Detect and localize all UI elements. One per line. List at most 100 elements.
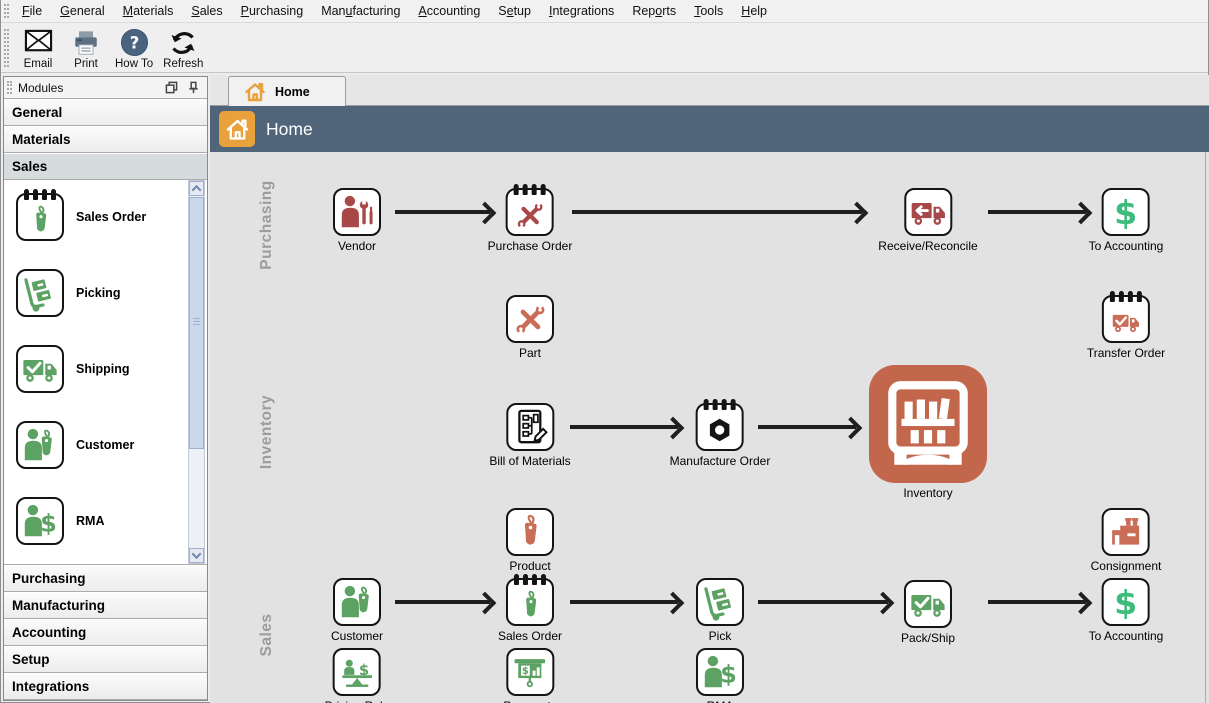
- sidebar-item-sales-order[interactable]: Sales Order: [16, 193, 146, 241]
- print-button[interactable]: Print: [63, 26, 109, 71]
- rma-icon: $: [16, 497, 64, 545]
- sidebar-item-customer[interactable]: Customer: [16, 421, 134, 469]
- node-pack-ship[interactable]: Pack/Ship: [901, 580, 955, 645]
- flow-arrow: [758, 600, 888, 604]
- email-button[interactable]: Email: [15, 26, 61, 71]
- node-inventory[interactable]: Inventory: [869, 365, 987, 500]
- flow-arrow: [395, 210, 490, 214]
- customer-icon: [16, 421, 64, 469]
- modules-sections: GeneralMaterialsSales Sales Order Pickin…: [4, 99, 207, 700]
- dollar-icon: $: [1102, 578, 1150, 626]
- node-to-accounting-sales[interactable]: $To Accounting: [1089, 578, 1164, 643]
- how-to-button[interactable]: ? How To: [111, 26, 157, 71]
- scroll-down-button[interactable]: [189, 548, 204, 563]
- sidebar-section-accounting[interactable]: Accounting: [4, 619, 207, 646]
- menu-file[interactable]: File: [13, 0, 51, 22]
- sidebar-item-rma[interactable]: $ RMA: [16, 497, 104, 545]
- sidebar-module-list: Sales Order Picking Shipping Customer $ R…: [4, 180, 207, 565]
- pin-icon[interactable]: [187, 81, 200, 94]
- sidebar-section-manufacturing[interactable]: Manufacturing: [4, 592, 207, 619]
- modules-grip[interactable]: [7, 81, 12, 94]
- node-pick[interactable]: Pick: [696, 578, 744, 643]
- sidebar-item-shipping[interactable]: Shipping: [16, 345, 129, 393]
- row-label-sales: Sales: [258, 613, 276, 656]
- node-label: Consignment: [1091, 559, 1162, 573]
- menu-reports[interactable]: Reports: [623, 0, 685, 22]
- tab-bar: Home: [210, 75, 1209, 106]
- node-label: Sales Order: [498, 629, 562, 643]
- svg-text:$: $: [522, 666, 529, 677]
- sidebar-section-setup[interactable]: Setup: [4, 646, 207, 673]
- how-to-icon: ?: [120, 27, 149, 58]
- toolbar-button-label: Email: [24, 58, 53, 70]
- node-rma[interactable]: $RMA: [696, 648, 744, 703]
- restore-icon[interactable]: [165, 81, 178, 94]
- node-manufacture-order[interactable]: Manufacture Order: [670, 403, 771, 468]
- node-vendor[interactable]: Vendor: [333, 188, 381, 253]
- sidebar-section-materials[interactable]: Materials: [4, 126, 207, 153]
- refresh-icon: [168, 27, 198, 58]
- sidebar-item-picking[interactable]: Picking: [16, 269, 120, 317]
- modules-panel-window-icons: [165, 81, 200, 94]
- payments-icon: $: [506, 648, 554, 696]
- menu-manufacturing[interactable]: Manufacturing: [312, 0, 409, 22]
- toolbar-button-label: How To: [115, 58, 153, 70]
- menu-integrations[interactable]: Integrations: [540, 0, 623, 22]
- menu-materials[interactable]: Materials: [114, 0, 183, 22]
- sidebar-section-purchasing[interactable]: Purchasing: [4, 565, 207, 592]
- sidebar-item-label: Shipping: [76, 362, 129, 376]
- node-payments[interactable]: $ Payments: [503, 648, 556, 703]
- home-icon: [219, 111, 255, 147]
- refresh-button[interactable]: Refresh: [159, 26, 207, 71]
- inventory-icon: [869, 365, 987, 483]
- menu-tools[interactable]: Tools: [685, 0, 732, 22]
- main-area: Home Home PurchasingInventorySales Vendo…: [210, 75, 1209, 703]
- sidebar-section-general[interactable]: General: [4, 99, 207, 126]
- menu-sales[interactable]: Sales: [182, 0, 231, 22]
- notepad-binding: [514, 574, 546, 585]
- node-label: Pack/Ship: [901, 631, 955, 645]
- menu-accounting[interactable]: Accounting: [409, 0, 489, 22]
- scroll-up-button[interactable]: [189, 181, 204, 196]
- scrollbar-thumb[interactable]: [189, 197, 204, 449]
- sales-order-icon: [16, 193, 64, 241]
- node-label: Pricing Rule: [325, 699, 390, 703]
- sales-order-icon: [506, 578, 554, 626]
- node-bill-of-materials[interactable]: Bill of Materials: [489, 403, 570, 468]
- sidebar-item-label: RMA: [76, 514, 104, 528]
- menu-help[interactable]: Help: [732, 0, 776, 22]
- node-customer[interactable]: Customer: [331, 578, 383, 643]
- svg-text:$: $: [1114, 193, 1137, 231]
- notepad-binding: [24, 189, 56, 200]
- consignment-icon: [1102, 508, 1150, 556]
- menu-purchasing[interactable]: Purchasing: [232, 0, 313, 22]
- app-window: FileGeneralMaterialsSalesPurchasingManuf…: [0, 0, 1209, 703]
- tab-home[interactable]: Home: [228, 76, 346, 106]
- sidebar-section-sales[interactable]: Sales: [4, 153, 207, 180]
- chevron-up-icon: [192, 185, 202, 195]
- node-label: Customer: [331, 629, 383, 643]
- menu-grip[interactable]: [4, 4, 9, 18]
- node-label: Purchase Order: [488, 239, 573, 253]
- node-transfer-order[interactable]: Transfer Order: [1087, 295, 1165, 360]
- node-purchase-order[interactable]: Purchase Order: [488, 188, 573, 253]
- node-pricing-rule[interactable]: $ Pricing Rule: [325, 648, 390, 703]
- row-label-inventory: Inventory: [258, 395, 276, 469]
- node-label: Receive/Reconcile: [878, 239, 977, 253]
- sidebar-item-label: Customer: [76, 438, 134, 452]
- toolbar-grip[interactable]: [4, 29, 9, 67]
- sidebar-scrollbar[interactable]: [188, 180, 205, 564]
- node-product[interactable]: Product: [506, 508, 554, 573]
- sidebar-section-integrations[interactable]: Integrations: [4, 673, 207, 700]
- menu-setup[interactable]: Setup: [489, 0, 540, 22]
- node-sales-order[interactable]: Sales Order: [498, 578, 562, 643]
- node-part[interactable]: Part: [506, 295, 554, 360]
- node-label: Part: [519, 346, 541, 360]
- menu-general[interactable]: General: [51, 0, 113, 22]
- node-to-accounting-purchasing[interactable]: $To Accounting: [1089, 188, 1164, 253]
- node-consignment[interactable]: Consignment: [1091, 508, 1162, 573]
- home-flowchart: PurchasingInventorySales Vendor Purchase…: [210, 152, 1209, 703]
- shipping-icon: [16, 345, 64, 393]
- node-receive-reconcile[interactable]: Receive/Reconcile: [878, 188, 977, 253]
- print-icon: [72, 27, 100, 58]
